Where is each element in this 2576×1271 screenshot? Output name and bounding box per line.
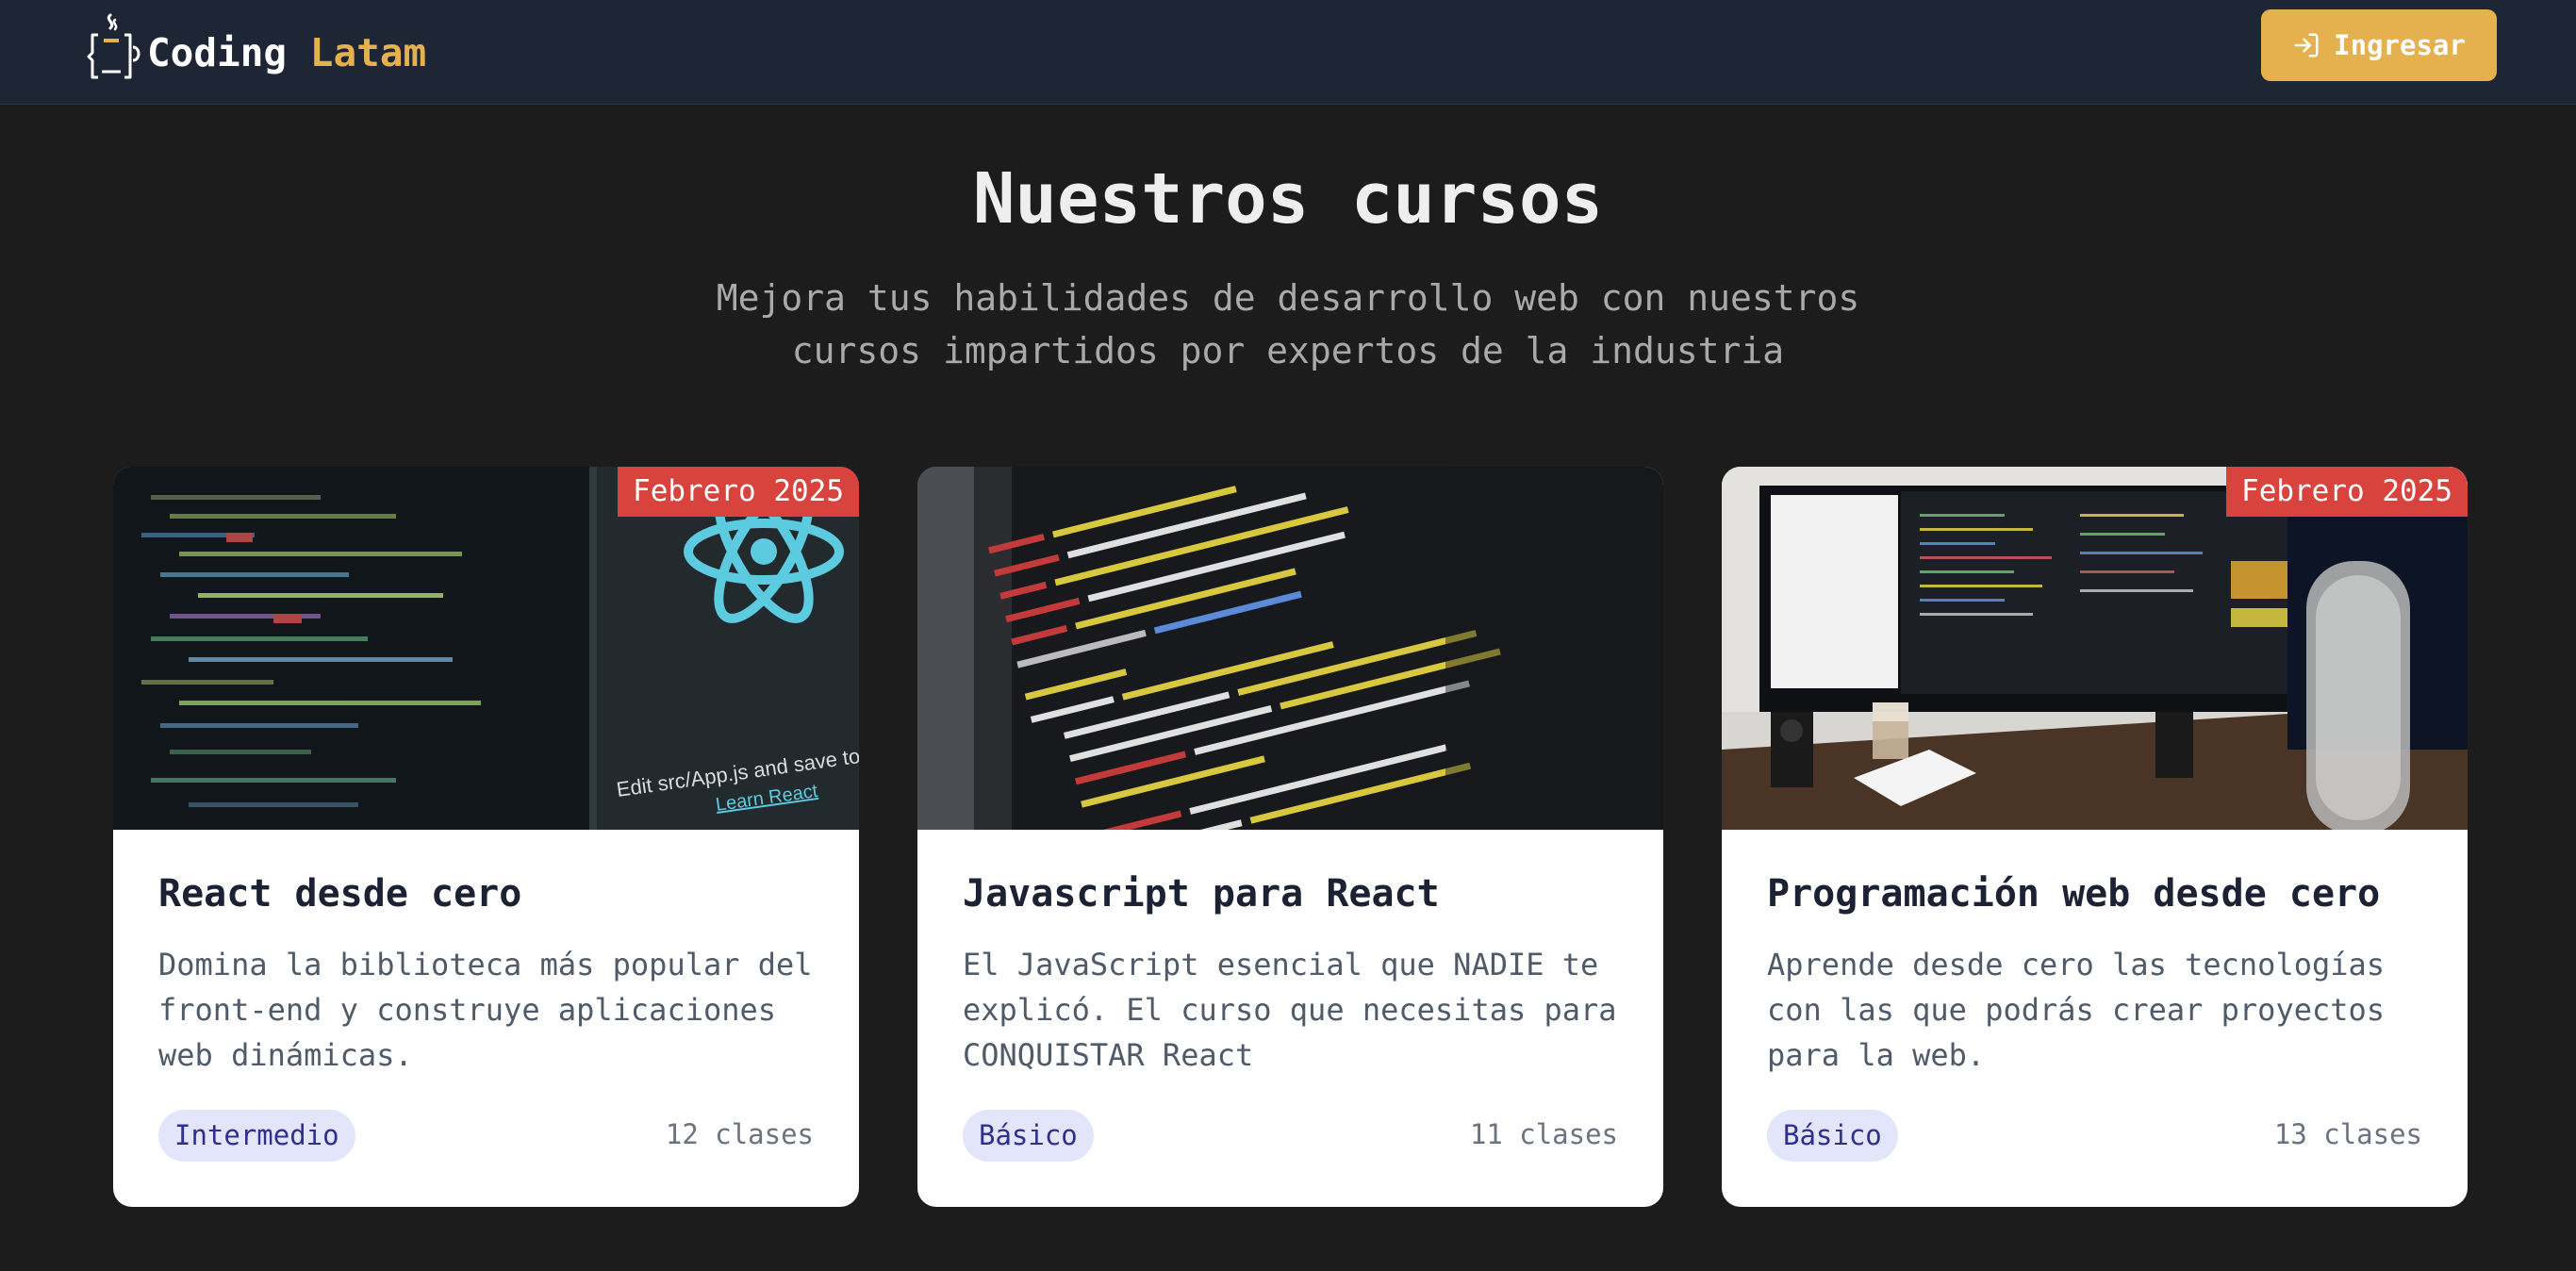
course-description: Domina la biblioteca más popular del fro…: [158, 947, 813, 1073]
course-image-web: [1722, 467, 2468, 830]
page-title: Nuestros cursos: [972, 158, 1604, 239]
course-card-javascript[interactable]: Javascript para React El JavaScript esen…: [917, 467, 1663, 1207]
brand-name-part1: Coding: [147, 30, 288, 75]
class-count: 11 clases: [1469, 1118, 1618, 1150]
level-badge: Básico: [963, 1110, 1094, 1162]
course-image-javascript: [917, 467, 1663, 830]
subtitle-line-2: cursos impartidos por expertos de la ind…: [791, 330, 1785, 371]
login-arrow-icon: [2294, 33, 2319, 58]
course-description: Aprende desde cero las tecnologías con l…: [1767, 947, 2386, 1073]
course-description: El JavaScript esencial que NADIE te expl…: [963, 947, 1617, 1073]
php-code-image: [917, 467, 1663, 830]
login-button[interactable]: Ingresar: [2261, 9, 2497, 81]
course-image-react: Edit src/App.js and save to rel Learn Re…: [113, 467, 859, 830]
desk-setup-image: [1722, 467, 2468, 830]
course-title[interactable]: Programación web desde cero: [1767, 872, 2380, 916]
level-badge: Intermedio: [158, 1110, 355, 1162]
course-title[interactable]: React desde cero: [158, 872, 521, 916]
class-count: 12 clases: [665, 1118, 814, 1150]
brand-logo[interactable]: Coding Latam: [81, 9, 426, 85]
login-button-label: Ingresar: [2334, 29, 2466, 61]
course-card-react[interactable]: Edit src/App.js and save to rel Learn Re…: [113, 467, 859, 1207]
coffee-cup-icon: [87, 13, 140, 79]
course-card-web[interactable]: Febrero 2025 Programación web desde cero…: [1722, 467, 2468, 1207]
class-count: 13 clases: [2273, 1118, 2422, 1150]
course-title[interactable]: Javascript para React: [963, 872, 1440, 916]
brand-name-part2: Latam: [309, 30, 427, 75]
subtitle-line-1: Mejora tus habilidades de desarrollo web…: [716, 277, 1860, 319]
level-badge: Básico: [1767, 1110, 1898, 1162]
date-badge: Febrero 2025: [2226, 467, 2468, 517]
navbar: Coding Latam Ingresar: [0, 0, 2576, 105]
page-subtitle: Mejora tus habilidades de desarrollo web…: [628, 272, 1948, 377]
react-code-image: Edit src/App.js and save to rel Learn Re…: [113, 467, 859, 830]
brand-name: Coding Latam: [147, 30, 426, 75]
date-badge: Febrero 2025: [618, 467, 859, 517]
